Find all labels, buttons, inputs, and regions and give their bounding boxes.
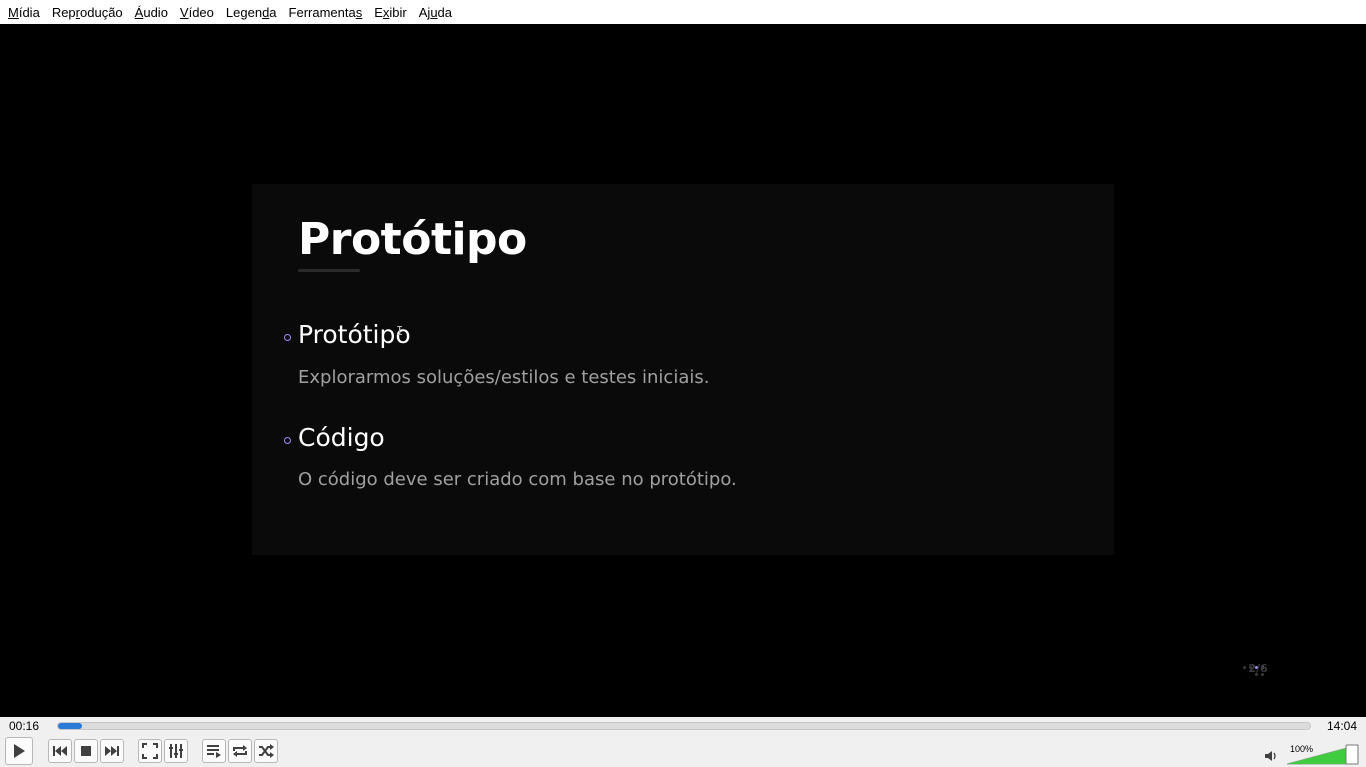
- shuffle-button[interactable]: [254, 739, 278, 763]
- seek-slider[interactable]: [57, 722, 1311, 730]
- menu-ajuda[interactable]: Ajuda: [415, 5, 460, 20]
- control-bar: 100%: [0, 735, 1366, 767]
- extended-settings-icon: [169, 744, 183, 758]
- menu-midia[interactable]: Mídia: [4, 5, 48, 20]
- play-icon: [14, 744, 25, 758]
- previous-button[interactable]: [48, 739, 72, 763]
- playlist-icon: [207, 745, 221, 758]
- item-description: Explorarmos soluções/estilos e testes in…: [298, 367, 710, 388]
- slide-counter: 2/6: [1248, 662, 1268, 675]
- video-area[interactable]: Protótipo Protótipo I Explorarmos soluçõ…: [0, 24, 1366, 717]
- playlist-button[interactable]: [202, 739, 226, 763]
- volume-slider[interactable]: [1286, 743, 1360, 765]
- item-heading: Código: [298, 423, 385, 452]
- elapsed-time: 00:16: [9, 719, 40, 733]
- bullet-icon: [284, 334, 291, 341]
- fullscreen-icon: [142, 743, 158, 759]
- loop-button[interactable]: [228, 739, 252, 763]
- menu-reproducao[interactable]: Reprodução: [48, 5, 131, 20]
- loop-icon: [233, 745, 247, 757]
- stop-icon: [81, 746, 91, 756]
- fullscreen-button[interactable]: [138, 739, 162, 763]
- time-bar: 00:16 14:04: [0, 717, 1366, 735]
- play-button[interactable]: [5, 737, 33, 765]
- item-description: O código deve ser criado com base no pro…: [298, 469, 737, 490]
- slide-title: Protótipo: [298, 214, 527, 265]
- menu-exibir[interactable]: Exibir: [370, 5, 415, 20]
- seek-progress: [58, 723, 82, 729]
- volume-icon[interactable]: [1264, 750, 1278, 762]
- stop-button[interactable]: [74, 739, 98, 763]
- next-icon: [105, 746, 119, 756]
- total-time: 14:04: [1327, 719, 1358, 733]
- menu-audio[interactable]: Áudio: [131, 5, 176, 20]
- extended-settings-button[interactable]: [164, 739, 188, 763]
- item-heading: Protótipo: [298, 320, 411, 349]
- bullet-icon: [284, 437, 291, 444]
- slide: Protótipo Protótipo I Explorarmos soluçõ…: [252, 184, 1114, 555]
- menu-legenda[interactable]: Legenda: [222, 5, 285, 20]
- title-underline: [298, 269, 360, 272]
- menu-bar: Mídia Reprodução Áudio Vídeo Legenda Fer…: [0, 0, 1366, 24]
- menu-video[interactable]: Vídeo: [176, 5, 222, 20]
- next-button[interactable]: [100, 739, 124, 763]
- previous-icon: [53, 746, 67, 756]
- text-cursor-icon: I: [396, 324, 404, 338]
- shuffle-icon: [259, 744, 274, 758]
- menu-ferramentas[interactable]: Ferramentas: [285, 5, 371, 20]
